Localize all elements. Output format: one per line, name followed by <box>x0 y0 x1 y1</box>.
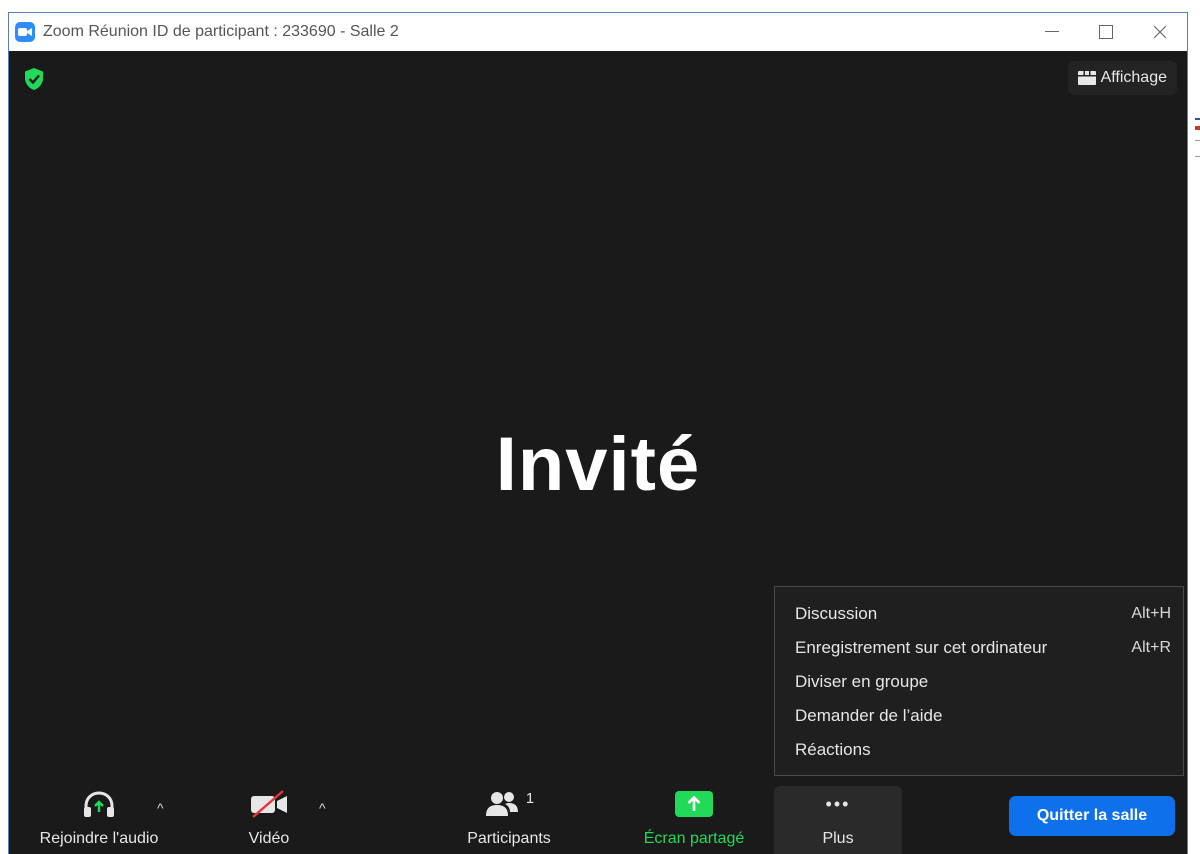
participants-button[interactable]: 1 Participants <box>449 786 569 848</box>
zoom-window: Zoom Réunion ID de participant : 233690 … <box>8 12 1188 854</box>
menu-item-discussion[interactable]: Discussion Alt+H <box>775 597 1183 631</box>
view-button[interactable]: Affichage <box>1067 61 1177 95</box>
video-off-icon <box>251 790 287 818</box>
menu-item-label: Discussion <box>795 604 878 623</box>
more-label: Plus <box>822 830 854 847</box>
join-audio-button[interactable]: Rejoindre l'audio <box>19 786 179 848</box>
participant-name: Invité <box>495 422 701 507</box>
more-button[interactable]: ••• Plus <box>774 786 902 854</box>
participants-icon <box>485 792 518 816</box>
audio-options-chevron-icon[interactable]: ^ <box>157 800 164 816</box>
grid-view-icon <box>1077 71 1096 85</box>
menu-item-shortcut: Alt+R <box>1131 639 1171 656</box>
title-bar: Zoom Réunion ID de participant : 233690 … <box>9 13 1187 52</box>
more-dots-icon: ••• <box>825 793 851 814</box>
join-audio-label: Rejoindre l'audio <box>39 830 159 847</box>
view-label: Affichage <box>1100 69 1167 86</box>
background-window-fragment <box>1188 100 1200 190</box>
share-screen-label: Écran partagé <box>643 830 745 847</box>
menu-item-label: Enregistrement sur cet ordinateur <box>795 638 1048 657</box>
video-stage: Affichage Invité Discussion Alt+H Enregi… <box>9 51 1187 854</box>
meeting-toolbar: Rejoindre l'audio ^ Vidéo ^ 1 Participan… <box>9 778 1187 854</box>
minimize-button[interactable] <box>1025 13 1079 51</box>
menu-item-shortcut: Alt+H <box>1131 605 1171 622</box>
more-menu: Discussion Alt+H Enregistrement sur cet … <box>774 586 1184 776</box>
menu-item-label: Demander de l’aide <box>795 706 943 725</box>
headphones-icon <box>84 791 114 817</box>
video-button[interactable]: Vidéo <box>219 786 319 848</box>
zoom-logo-icon <box>15 22 35 42</box>
share-screen-button[interactable]: Écran partagé <box>629 786 759 848</box>
maximize-button[interactable] <box>1079 13 1133 51</box>
participants-label: Participants <box>467 830 551 847</box>
menu-item-reactions[interactable]: Réactions <box>775 733 1183 767</box>
menu-item-record[interactable]: Enregistrement sur cet ordinateur Alt+R <box>775 631 1183 665</box>
window-title: Zoom Réunion ID de participant : 233690 … <box>43 23 399 40</box>
participants-count: 1 <box>525 789 535 807</box>
video-options-chevron-icon[interactable]: ^ <box>319 800 326 816</box>
menu-item-label: Diviser en groupe <box>795 672 929 691</box>
video-label: Vidéo <box>248 830 290 847</box>
menu-item-breakout[interactable]: Diviser en groupe <box>775 665 1183 699</box>
share-screen-icon <box>675 791 713 817</box>
close-button[interactable] <box>1133 13 1187 51</box>
menu-item-label: Réactions <box>795 740 871 759</box>
shield-check-icon[interactable] <box>23 67 45 91</box>
menu-item-ask-help[interactable]: Demander de l’aide <box>775 699 1183 733</box>
leave-room-button[interactable]: Quitter la salle <box>1009 796 1175 836</box>
